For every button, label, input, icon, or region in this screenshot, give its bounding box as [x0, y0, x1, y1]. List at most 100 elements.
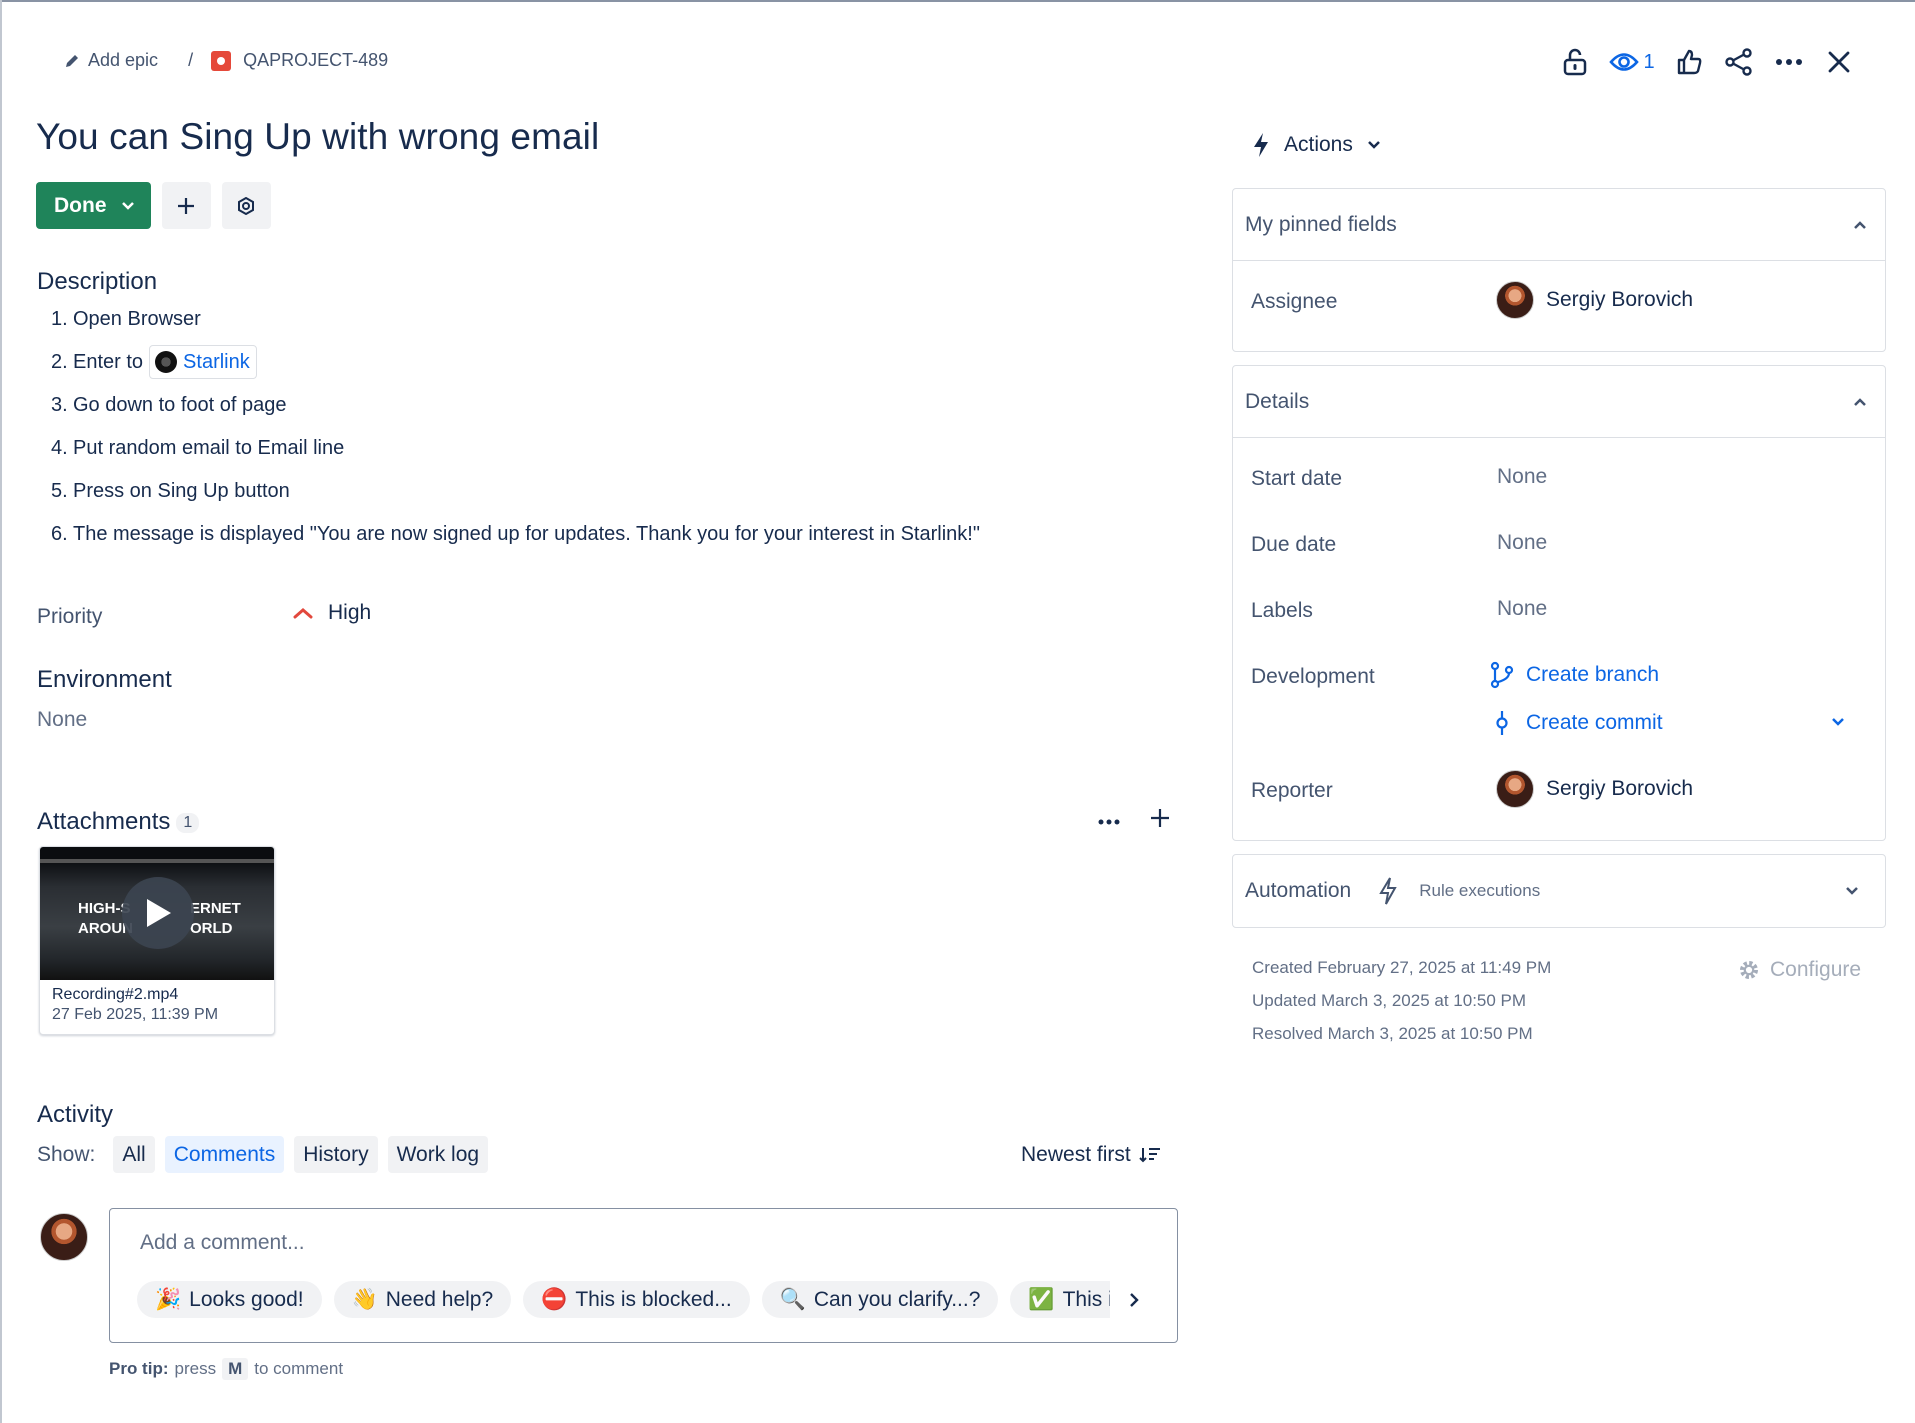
create-commit-link[interactable]: Create commit	[1490, 709, 1663, 737]
step-text: Open Browser	[73, 307, 201, 330]
site-favicon-icon	[155, 350, 178, 373]
share-button[interactable]	[1714, 37, 1764, 87]
resolved-timestamp: Resolved March 3, 2025 at 10:50 PM	[1252, 1024, 1533, 1043]
assignee-field[interactable]: Sergiy Borovich	[1496, 281, 1693, 319]
development-expand-button[interactable]	[1831, 714, 1845, 732]
add-attachment-button[interactable]	[1150, 808, 1170, 833]
step-number: 4.	[51, 436, 68, 459]
attachments-heading: Attachments 1	[37, 808, 200, 836]
more-dots-icon	[1098, 819, 1120, 824]
due-date-value[interactable]: None	[1497, 531, 1547, 555]
status-dropdown[interactable]: Done	[36, 182, 151, 229]
rule-executions-label: Rule executions	[1419, 881, 1541, 900]
starlink-smart-link[interactable]: Starlink	[149, 344, 257, 379]
step-number: 5.	[51, 479, 68, 502]
reporter-label: Reporter	[1251, 779, 1333, 802]
comment-editor[interactable]: Add a comment... 🎉 Looks good! 👋 Need help…	[109, 1208, 1178, 1343]
chip-label: This i	[1062, 1287, 1113, 1311]
configure-button[interactable]: Configure	[1738, 958, 1861, 982]
actions-label: Actions	[1284, 133, 1353, 156]
vote-button[interactable]	[1664, 37, 1714, 87]
assignee-name: Sergiy Borovich	[1546, 288, 1694, 311]
attachment-card[interactable]: HIGH-S AROUN ERNET ORLD Recording#2.mp4 27…	[39, 846, 275, 1035]
bug-type-icon	[211, 50, 232, 71]
details-panel: Details Start date None Due date None La…	[1232, 365, 1886, 841]
step-number: 6.	[51, 522, 68, 545]
priority-high-icon	[293, 608, 313, 619]
tab-work-log[interactable]: Work log	[387, 1136, 489, 1173]
labels-value[interactable]: None	[1497, 597, 1547, 621]
quick-reply-chip[interactable]: 🔍 Can you clarify...?	[761, 1281, 999, 1318]
priority-label: Priority	[37, 605, 103, 628]
gear-icon	[1740, 961, 1758, 979]
lightning-outline-icon	[1379, 877, 1397, 905]
reporter-field[interactable]: Sergiy Borovich	[1496, 770, 1693, 808]
start-date-value[interactable]: None	[1497, 465, 1547, 489]
issue-status-bar: Done	[36, 182, 271, 229]
more-actions-button[interactable]	[1764, 37, 1814, 87]
close-button[interactable]	[1814, 37, 1864, 87]
list-item: 5. Press on Sing Up button	[51, 469, 1151, 512]
details-header[interactable]: Details	[1233, 366, 1885, 438]
play-button[interactable]	[122, 877, 194, 949]
configure-label: Configure	[1770, 958, 1862, 981]
labels-label: Labels	[1251, 599, 1313, 622]
sort-label: Newest first	[1021, 1143, 1131, 1166]
chevron-up-icon	[1854, 220, 1866, 229]
due-date-label: Due date	[1251, 533, 1337, 556]
attachments-count-badge: 1	[176, 812, 200, 833]
chips-scroll-right-button[interactable]	[1110, 1281, 1158, 1318]
attachments-more-button[interactable]	[1098, 812, 1120, 830]
chevron-right-icon	[1130, 1292, 1139, 1307]
play-icon	[147, 899, 171, 927]
chevron-up-icon	[1854, 397, 1866, 406]
create-branch-link[interactable]: Create branch	[1490, 661, 1659, 689]
more-dots-icon	[1776, 59, 1802, 65]
watch-count: 1	[1643, 50, 1655, 73]
issue-key-link[interactable]: QAPROJECT-489	[211, 50, 388, 71]
pinned-fields-title: My pinned fields	[1245, 212, 1397, 236]
automation-header: Automation Rule executions	[1245, 855, 1540, 927]
issue-title[interactable]: You can Sing Up with wrong email	[36, 116, 599, 158]
created-timestamp: Created February 27, 2025 at 11:49 PM	[1252, 958, 1552, 977]
tab-all[interactable]: All	[113, 1136, 155, 1173]
step-text: Enter to	[73, 350, 144, 373]
list-item: 6. The message is displayed "You are now …	[51, 512, 1151, 555]
eye-icon	[1609, 53, 1640, 71]
quick-reply-chip[interactable]: 🎉 Looks good!	[137, 1281, 322, 1318]
quick-reply-chip[interactable]: ⛔ This is blocked...	[523, 1281, 750, 1318]
magnifier-emoji-icon: 🔍	[779, 1287, 806, 1311]
add-button[interactable]	[161, 182, 211, 229]
automation-panel[interactable]: Automation Rule executions	[1232, 854, 1886, 928]
lightning-icon	[1254, 133, 1268, 157]
step-number: 1.	[51, 307, 68, 330]
no-entry-emoji-icon: ⛔	[541, 1287, 568, 1311]
current-user-avatar	[40, 1213, 88, 1261]
automation-title: Automation	[1245, 879, 1352, 902]
watch-button[interactable]: 1	[1600, 37, 1664, 87]
description-heading: Description	[37, 268, 158, 295]
tab-comments[interactable]: Comments	[164, 1136, 285, 1173]
quick-reply-chips: 🎉 Looks good! 👋 Need help? ⛔ This is blocke…	[137, 1281, 1149, 1318]
priority-field[interactable]: High	[292, 601, 371, 625]
party-emoji-icon: 🎉	[155, 1287, 182, 1311]
details-title: Details	[1245, 389, 1310, 413]
list-item: 2. Enter to Starlink	[51, 340, 1151, 383]
sort-order-button[interactable]: Newest first	[1021, 1143, 1161, 1167]
description-steps[interactable]: 1. Open Browser 2. Enter to Starlink 3. Go …	[51, 297, 1151, 555]
add-epic-link[interactable]: Add epic	[64, 50, 158, 71]
tab-history[interactable]: History	[294, 1136, 378, 1173]
create-branch-label: Create branch	[1526, 663, 1660, 686]
restrict-button[interactable]	[1550, 37, 1600, 87]
actions-dropdown[interactable]: Actions	[1252, 132, 1381, 158]
environment-value[interactable]: None	[37, 708, 87, 732]
step-text: The message is displayed "You are now si…	[73, 522, 980, 545]
quick-reply-chip[interactable]: 👋 Need help?	[333, 1281, 512, 1318]
pinned-fields-header[interactable]: My pinned fields	[1233, 189, 1885, 261]
environment-heading: Environment	[37, 666, 172, 693]
close-icon	[1828, 51, 1850, 73]
thumbs-up-icon	[1677, 49, 1702, 75]
reporter-name: Sergiy Borovich	[1546, 777, 1694, 800]
apps-button[interactable]	[221, 182, 271, 229]
chip-label: Looks good!	[189, 1287, 304, 1311]
